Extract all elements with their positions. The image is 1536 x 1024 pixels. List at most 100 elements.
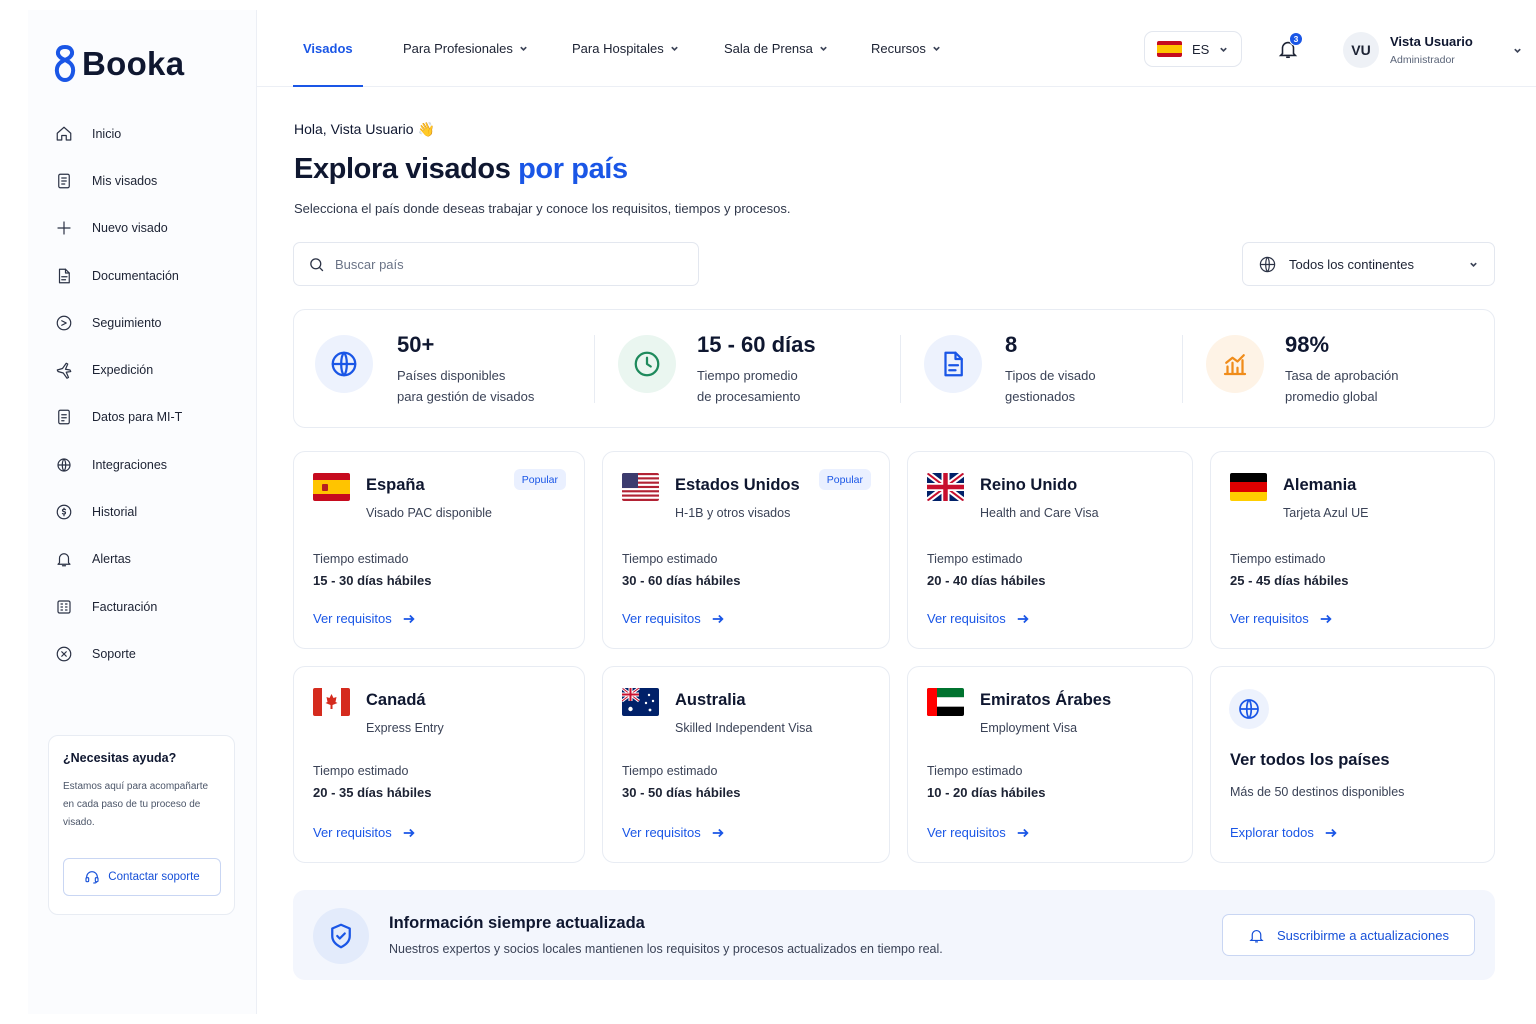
language-code: ES [1192,41,1210,57]
stat-value: 98% [1285,332,1330,357]
plus-icon [55,219,73,237]
sidebar-item-facturacion[interactable]: Facturación [28,583,257,630]
subscribe-label: Suscribirme a actualizaciones [1277,927,1449,943]
stat-value: 8 [1005,332,1018,357]
link-label: Ver requisitos [622,825,701,840]
app-window: Booka Inicio Mis visados Nuevo visado Do… [28,10,1536,1014]
globe-icon [315,335,373,393]
country-name: Reino Unido [980,476,1078,494]
country-search[interactable] [293,242,699,286]
view-requirements-link[interactable]: Ver requisitos [927,611,1030,626]
bell-icon [55,550,73,568]
estimate-label: Tiempo estimado [313,764,409,778]
sidebar-item-soporte[interactable]: Soporte [28,630,257,677]
country-card-canada[interactable]: Canadá Express Entry Tiempo estimado 20 … [293,666,585,863]
view-requirements-link[interactable]: Ver requisitos [622,825,725,840]
info-title: Información siempre actualizada [389,914,645,932]
stat-approval-rate: 98% Tasa de aprobación promedio global [1182,310,1494,427]
sidebar-item-inicio[interactable]: Inicio [28,110,257,157]
document-icon [924,335,982,393]
stats-panel: 50+ Países disponibles para gestión de v… [293,309,1495,428]
arrow-right-icon [712,828,724,837]
canada-flag-icon [313,688,350,716]
view-requirements-link[interactable]: Ver requisitos [622,611,725,626]
sidebar-item-integraciones[interactable]: Integraciones [28,441,257,488]
spain-flag-icon [313,473,350,501]
help-title: ¿Necesitas ayuda? [63,751,177,765]
view-all-countries-card[interactable]: Ver todos los países Más de 50 destinos … [1210,666,1495,863]
chevron-down-icon [820,46,827,51]
home-icon [55,125,73,143]
globe-icon [1229,689,1269,729]
stat-value: 15 - 60 días [697,332,816,357]
explore-all-link[interactable]: Explorar todos [1230,825,1338,840]
notifications-button[interactable]: 3 [1277,32,1303,60]
sidebar-item-mis-visados[interactable]: Mis visados [28,157,257,204]
country-card-australia[interactable]: Australia Skilled Independent Visa Tiemp… [602,666,890,863]
view-requirements-link[interactable]: Ver requisitos [927,825,1030,840]
country-card-emiratos[interactable]: Emiratos Árabes Employment Visa Tiempo e… [907,666,1193,863]
arrow-right-icon [1017,614,1029,623]
germany-flag-icon [1230,473,1267,501]
tab-recursos[interactable]: Recursos [871,10,941,87]
estimate-label: Tiempo estimado [927,552,1023,566]
search-icon [310,257,324,271]
spain-flag-icon [1157,41,1182,57]
brand-logo[interactable]: Booka [52,44,184,84]
estimate-label: Tiempo estimado [622,552,718,566]
country-card-estados-unidos[interactable]: Estados Unidos H-1B y otros visados Popu… [602,451,890,649]
arrow-right-icon [403,614,415,623]
country-card-espana[interactable]: España Visado PAC disponible Popular Tie… [293,451,585,649]
page-title-accent: por país [518,153,628,185]
user-name[interactable]: Vista Usuario [1390,34,1473,49]
tab-para-profesionales[interactable]: Para Profesionales [403,10,528,87]
sidebar-item-seguimiento[interactable]: Seguimiento [28,299,257,346]
help-card: ¿Necesitas ayuda? Estamos aquí para acom… [48,735,235,915]
sidebar-item-historial[interactable]: Historial [28,488,257,535]
link-label: Ver requisitos [313,611,392,626]
user-menu-chevron-icon[interactable] [1513,46,1522,55]
tab-para-hospitales[interactable]: Para Hospitales [572,10,679,87]
contact-support-button[interactable]: Contactar soporte [63,858,221,896]
arrow-right-icon [712,614,724,623]
country-subtitle: H-1B y otros visados [675,506,791,520]
view-requirements-link[interactable]: Ver requisitos [313,611,416,626]
sidebar-item-documentacion[interactable]: Documentación [28,252,257,299]
sidebar-item-label: Integraciones [92,457,168,472]
language-selector[interactable]: ES [1144,31,1242,67]
link-label: Ver requisitos [1230,611,1309,626]
continent-filter[interactable]: Todos los continentes [1242,242,1495,286]
stat-processing-time: 15 - 60 días Tiempo promedio de procesam… [594,310,900,427]
sidebar-item-nuevo-visado[interactable]: Nuevo visado [28,205,257,252]
country-name: Alemania [1283,476,1357,494]
top-navigation: Visados Para Profesionales Para Hospital… [257,10,1536,87]
sidebar-item-expedicion[interactable]: Expedición [28,346,257,393]
estimate-label: Tiempo estimado [927,764,1023,778]
tab-visados[interactable]: Visados [293,10,363,87]
sidebar-item-alertas[interactable]: Alertas [28,536,257,583]
help-text: Estamos aquí para acompañarte en cada pa… [63,781,209,828]
info-text: Nuestros expertos y socios locales manti… [389,942,943,956]
country-card-alemania[interactable]: Alemania Tarjeta Azul UE Tiempo estimado… [1210,451,1495,649]
estimate-value: 15 - 30 días hábiles [313,573,432,588]
australia-flag-icon [622,688,659,716]
link-label: Ver requisitos [313,825,392,840]
search-input[interactable] [335,256,675,272]
view-requirements-link[interactable]: Ver requisitos [313,825,416,840]
tab-sala-de-prensa[interactable]: Sala de Prensa [724,10,828,87]
sidebar-item-datos-mi-t[interactable]: Datos para MI-T [28,394,257,441]
page-subtitle: Selecciona el país donde deseas trabajar… [294,201,791,216]
estimate-label: Tiempo estimado [1230,552,1326,566]
arrow-right-icon [1017,828,1029,837]
link-label: Explorar todos [1230,825,1314,840]
tab-label: Visados [303,41,353,56]
subscribe-updates-button[interactable]: Suscribirme a actualizaciones [1222,914,1475,956]
avatar[interactable]: VU [1343,32,1379,68]
tracking-icon [55,314,73,332]
arrow-right-icon [1325,828,1337,837]
country-subtitle: Skilled Independent Visa [675,721,813,735]
view-requirements-link[interactable]: Ver requisitos [1230,611,1333,626]
uk-flag-icon [927,473,964,501]
country-card-reino-unido[interactable]: Reino Unido Health and Care Visa Tiempo … [907,451,1193,649]
stat-label: gestionados [1005,389,1076,404]
